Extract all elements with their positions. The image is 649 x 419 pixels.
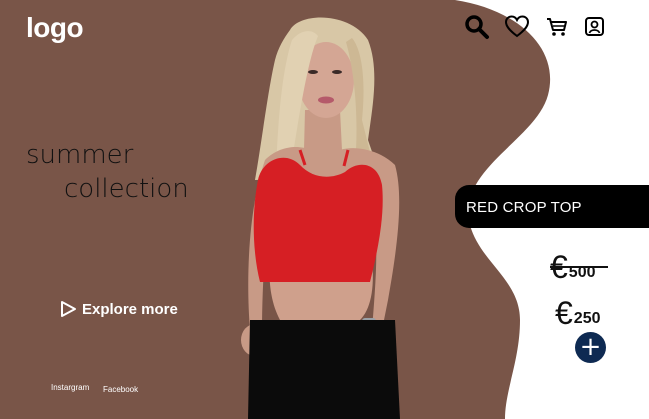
facebook-link[interactable]: Facebook <box>103 385 138 394</box>
strikethrough-line <box>550 266 608 268</box>
cart-icon[interactable] <box>544 14 570 40</box>
headline-line-1: summer <box>26 140 134 170</box>
add-to-cart-button[interactable]: + <box>575 332 606 363</box>
hero-headline: summer collection <box>26 138 189 206</box>
new-price-currency: € <box>555 295 573 331</box>
account-icon[interactable] <box>582 14 608 40</box>
play-icon <box>61 301 76 317</box>
search-icon[interactable] <box>464 14 490 40</box>
product-name: RED CROP TOP <box>466 199 582 216</box>
new-price: € 250 <box>555 295 601 331</box>
explore-more-label: Explore more <box>82 300 178 318</box>
heart-icon[interactable] <box>504 14 530 40</box>
old-price: € 500 <box>550 251 608 283</box>
header-nav <box>464 14 614 40</box>
explore-more-button[interactable]: Explore more <box>59 300 178 318</box>
product-name-tag: RED CROP TOP <box>455 185 649 228</box>
new-price-amount: 250 <box>573 310 601 327</box>
instagram-link[interactable]: Instargram <box>51 383 89 392</box>
headline-line-2: collection <box>64 174 189 204</box>
logo[interactable]: logo <box>26 12 84 44</box>
